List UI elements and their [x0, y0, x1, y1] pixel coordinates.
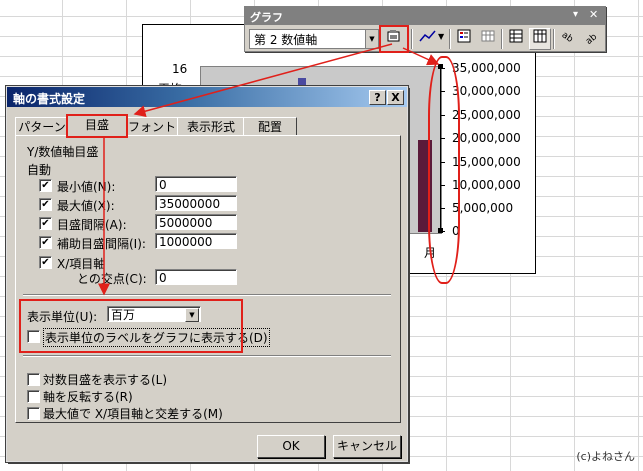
credit-text: (c)よねさん: [576, 450, 635, 463]
annotation-arrows: [98, 43, 440, 296]
annotation-box: [66, 114, 128, 138]
